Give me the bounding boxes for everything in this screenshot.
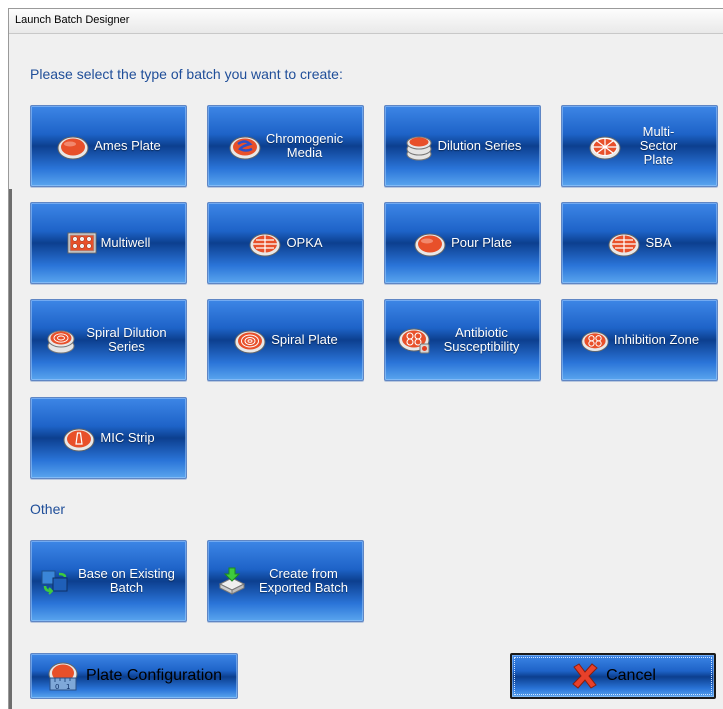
multiwell-button[interactable]: Multiwell — [30, 202, 187, 284]
sba-icon — [608, 233, 640, 257]
mic-strip-button[interactable]: MIC Strip — [30, 397, 187, 479]
create-from-exported-batch-button[interactable]: Create from Exported Batch — [207, 540, 364, 622]
window-title: Launch Batch Designer — [15, 14, 130, 26]
pour-plate-icon — [414, 233, 446, 257]
batch-type-prompt: Please select the type of batch you want… — [30, 66, 343, 82]
pour-plate-button[interactable]: Pour Plate — [384, 202, 541, 284]
plate-configuration-icon: 0 1 — [48, 662, 78, 691]
dilution-series-icon — [406, 136, 432, 161]
ames-plate-button[interactable]: Ames Plate — [30, 105, 187, 187]
other-section-heading: Other — [30, 501, 66, 517]
opka-icon — [249, 233, 281, 257]
cancel-button[interactable]: Cancel — [510, 653, 716, 699]
chromogenic-media-icon — [229, 136, 260, 160]
chromogenic-media-button[interactable]: Chromogenic Media — [207, 105, 364, 187]
multi-sector-plate-icon — [589, 136, 620, 160]
inhibition-zone-icon — [581, 331, 609, 352]
multi-sector-plate-button[interactable]: Multi-Sector Plate — [561, 105, 718, 187]
opka-button[interactable]: OPKA — [207, 202, 364, 284]
launch-batch-designer-dialog: Launch Batch Designer Please select the … — [8, 8, 723, 709]
spiral-plate-button[interactable]: Spiral Plate — [207, 299, 364, 381]
copy-batch-icon — [41, 570, 67, 595]
mic-strip-icon — [63, 428, 95, 452]
base-on-existing-batch-button[interactable]: Base on Existing Batch — [30, 540, 187, 622]
antibiotic-susceptibility-button[interactable]: Antibiotic Susceptibility — [384, 299, 541, 381]
spiral-dilution-series-button[interactable]: Spiral Dilution Series — [30, 299, 187, 381]
close-icon — [572, 663, 598, 689]
inhibition-zone-button[interactable]: Inhibition Zone — [561, 299, 718, 381]
spiral-plate-icon — [234, 330, 266, 354]
sba-button[interactable]: SBA — [561, 202, 718, 284]
ames-plate-icon — [57, 136, 89, 160]
dilution-series-button[interactable]: Dilution Series — [384, 105, 541, 187]
svg-text:1: 1 — [66, 683, 70, 691]
antibiotic-susceptibility-icon — [398, 328, 429, 354]
title-bar[interactable]: Launch Batch Designer — [9, 9, 723, 34]
import-batch-icon — [218, 567, 245, 595]
svg-text:0: 0 — [55, 683, 59, 691]
spiral-dilution-series-icon — [47, 330, 74, 354]
plate-configuration-button[interactable]: 0 1 Plate Configuration — [30, 653, 238, 699]
window-left-edge — [9, 189, 12, 709]
multiwell-icon — [67, 232, 97, 254]
